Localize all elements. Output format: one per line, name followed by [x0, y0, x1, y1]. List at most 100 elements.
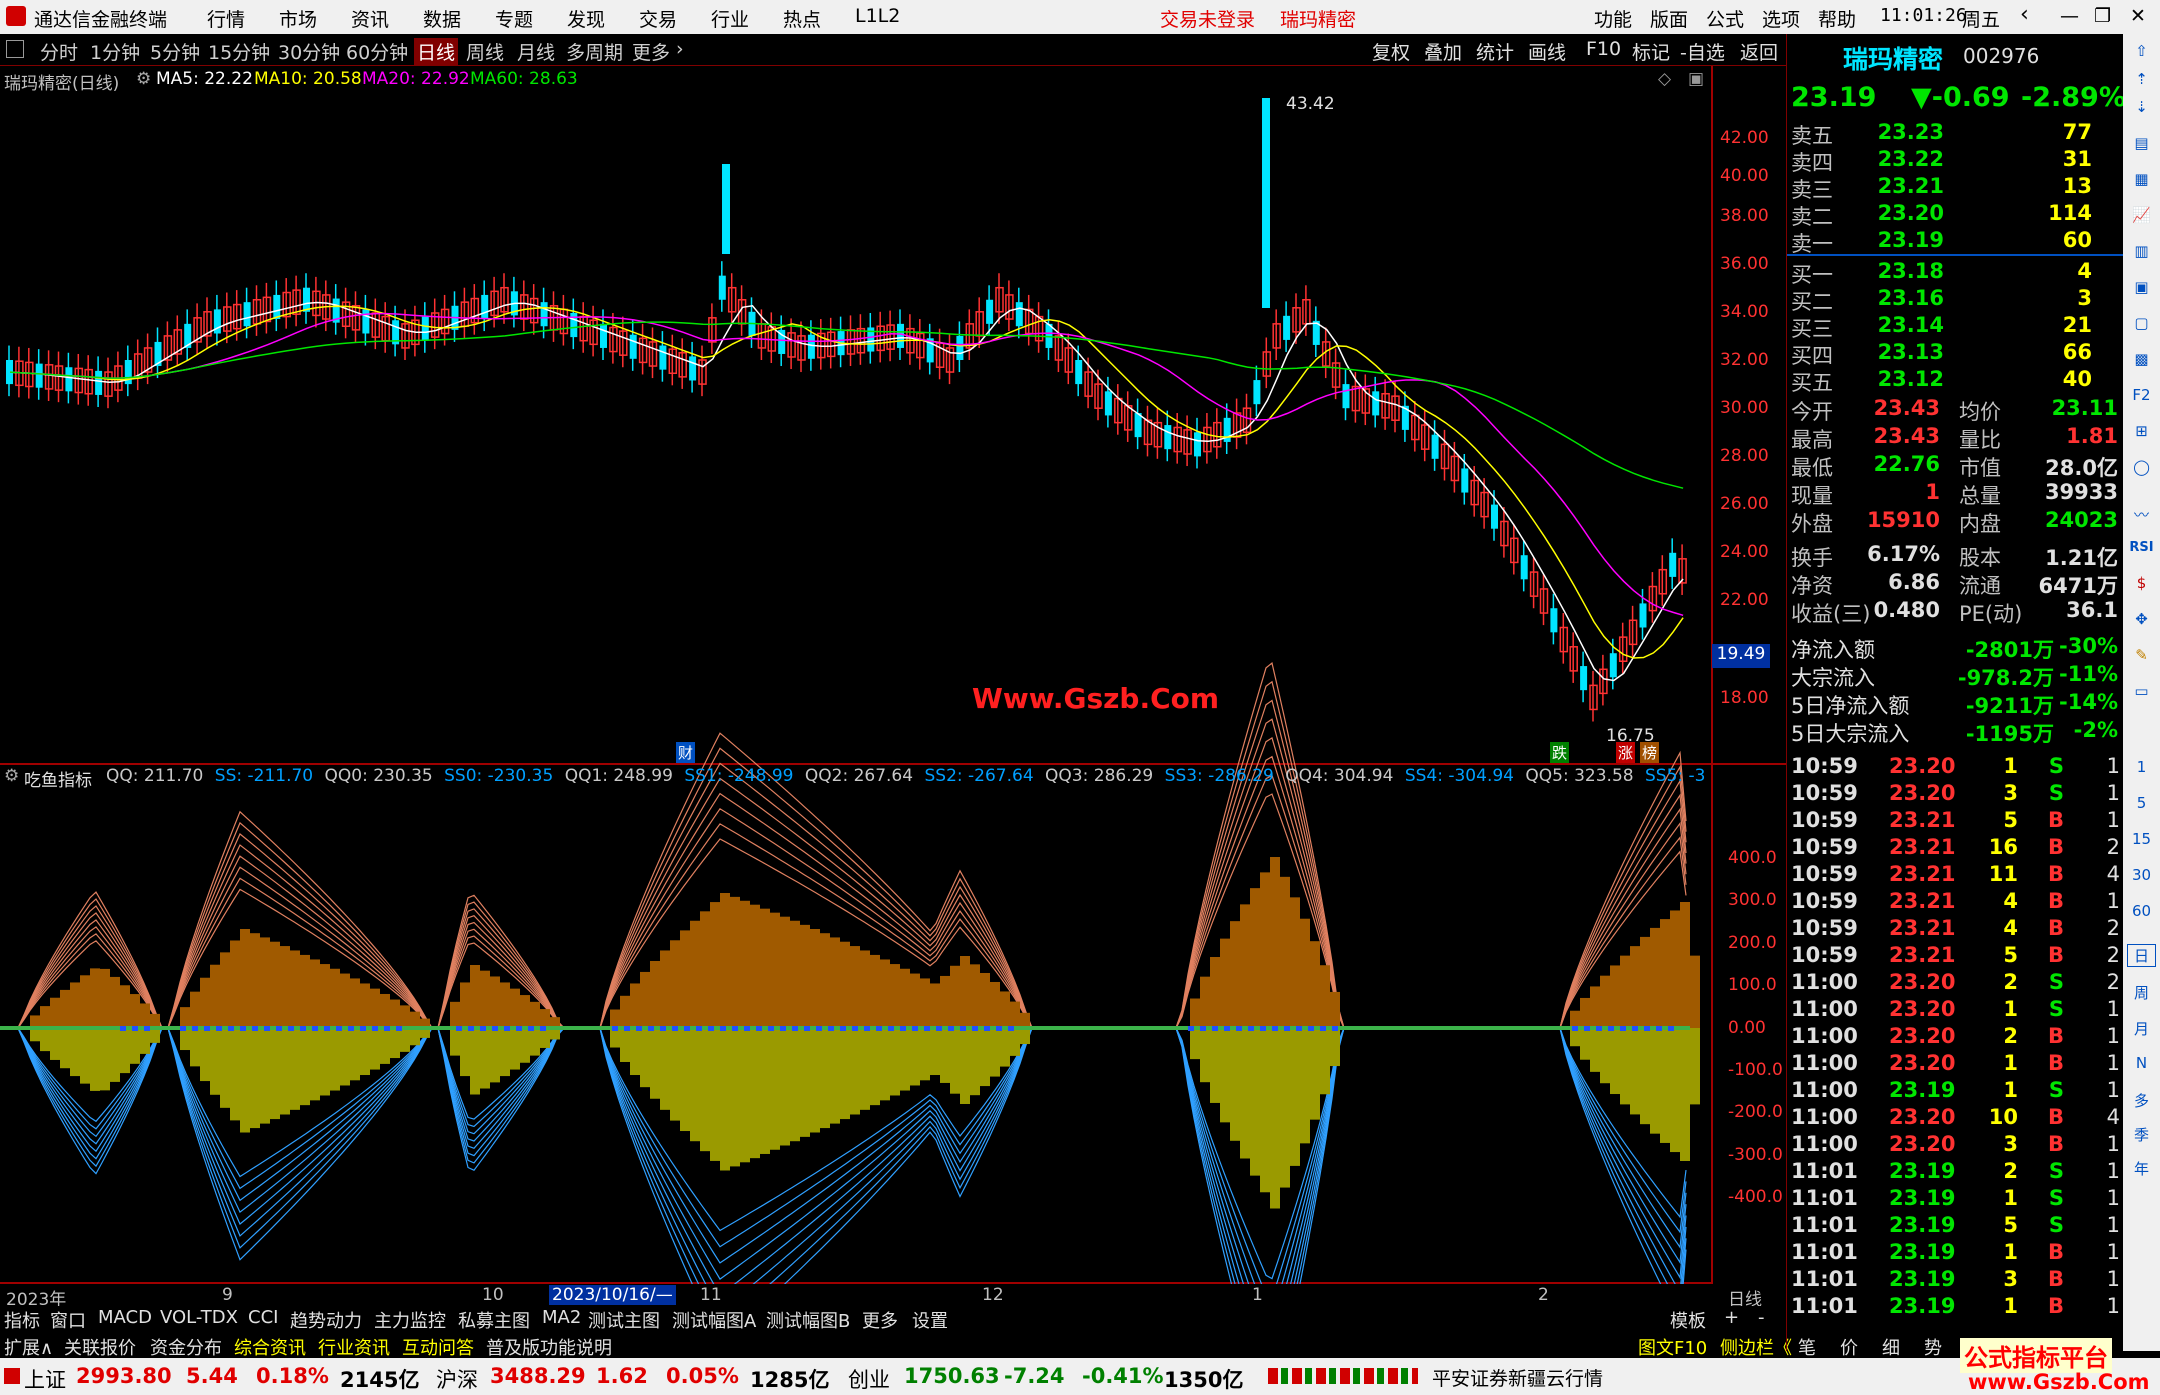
menu-item-zixun[interactable]: 资讯 [351, 5, 389, 32]
tab-qushi[interactable]: 趋势动力 [290, 1307, 362, 1333]
marker-bang[interactable]: 榜 [1640, 742, 1660, 763]
toolbar-rsi[interactable]: RSI [2127, 540, 2156, 555]
toolbar-circle-icon[interactable]: ◯ [2127, 458, 2156, 476]
tool-diejia[interactable]: 叠加 [1424, 38, 1462, 65]
tab-ceshi-futu-a[interactable]: 测试幅图A [672, 1307, 756, 1333]
toolbar-hide-icon[interactable]: ⇧ [2127, 42, 2156, 60]
toolbar-chart-icon[interactable]: 〰 [2127, 504, 2156, 525]
toolbar-period-15[interactable]: 15 [2127, 830, 2156, 848]
toolbar-period-week[interactable]: 周 [2127, 982, 2156, 1003]
tool-biaoji[interactable]: 标记 [1632, 38, 1670, 65]
period-5min[interactable]: 5分钟 [150, 38, 200, 65]
diamond-icon[interactable]: ◇ [1658, 69, 1671, 89]
toolbar-period-60[interactable]: 60 [2127, 902, 2156, 920]
period-weekly[interactable]: 周线 [466, 38, 504, 65]
index-sz-name[interactable]: 沪深 [436, 1364, 478, 1394]
period-60min[interactable]: 60分钟 [346, 38, 408, 65]
toolbar-pen-icon[interactable]: ✎ [2127, 646, 2156, 664]
tool-zixuan[interactable]: -自选 [1680, 38, 1725, 65]
toolbar-info-icon[interactable]: ▩ [2127, 350, 2156, 368]
tool-f10[interactable]: F10 [1586, 38, 1621, 60]
subtab-hangye[interactable]: 行业资讯 [318, 1334, 390, 1360]
period-30min[interactable]: 30分钟 [278, 38, 340, 65]
menu-item-redian[interactable]: 热点 [783, 5, 821, 32]
toolbar-period-1[interactable]: 1 [2127, 758, 2156, 776]
chevron-right-icon[interactable]: › [676, 38, 684, 60]
toolbar-doc-icon[interactable]: ▢ [2127, 314, 2156, 332]
add-window-button[interactable]: + [1724, 1307, 1739, 1328]
period-daily[interactable]: 日线 [414, 38, 459, 65]
indicator-settings-icon[interactable]: ⚙ [4, 766, 19, 786]
toolbar-list-icon[interactable]: ▤ [2127, 134, 2156, 152]
toolbar-period-month[interactable]: 月 [2127, 1018, 2156, 1039]
tab-ceshi-zhutu[interactable]: 测试主图 [588, 1307, 660, 1333]
subtab-guanlian[interactable]: 关联报价 [64, 1334, 136, 1360]
toolbar-f2-icon[interactable]: F2 [2127, 386, 2156, 404]
menu-item-shuju[interactable]: 数据 [423, 5, 461, 32]
expand-icon[interactable] [6, 40, 24, 58]
tool-tongji[interactable]: 统计 [1476, 38, 1514, 65]
sidebar-toggle[interactable]: 侧边栏《 [1720, 1334, 1792, 1360]
toolbar-period-5[interactable]: 5 [2127, 794, 2156, 812]
tab-zhuli[interactable]: 主力监控 [374, 1307, 446, 1333]
toolbar-down-icon[interactable]: ⇣ [2127, 98, 2156, 116]
marker-cai[interactable]: 财 [676, 742, 696, 763]
toolbar-line-icon[interactable]: 📈 [2127, 206, 2156, 224]
period-fenshi[interactable]: 分时 [40, 38, 78, 65]
menu-item-bangzhu[interactable]: 帮助 [1818, 5, 1856, 32]
tab-zhibiao[interactable]: 指标 [4, 1307, 40, 1333]
tab-chuangkou[interactable]: 窗口 [50, 1307, 86, 1333]
toolbar-table-icon[interactable]: ▣ [2127, 278, 2156, 296]
panel-toggle-icon[interactable]: ▣ [1688, 69, 1704, 89]
restore-icon[interactable]: ❐ [2094, 5, 2111, 27]
tool-huaxian[interactable]: 画线 [1528, 38, 1566, 65]
tool-fanhui[interactable]: 返回 [1740, 38, 1778, 65]
tab-ceshi-futu-b[interactable]: 测试幅图B [766, 1307, 850, 1333]
subtab-puji[interactable]: 普及版功能说明 [486, 1334, 612, 1360]
tab-simu[interactable]: 私募主图 [458, 1307, 530, 1333]
kline-chart[interactable] [0, 66, 1786, 1284]
tab-macd[interactable]: MACD [98, 1307, 152, 1328]
menu-item-jiaoyi[interactable]: 交易 [639, 5, 677, 32]
toolbar-calc-icon[interactable]: ⊞ [2127, 422, 2156, 440]
tab-more[interactable]: 更多 [862, 1307, 898, 1333]
menu-item-gongshi[interactable]: 公式 [1706, 5, 1744, 32]
toolbar-move-icon[interactable]: ✥ [2127, 610, 2156, 628]
marker-zhang[interactable]: 涨 [1616, 742, 1636, 763]
toolbar-period-season[interactable]: 季 [2127, 1124, 2156, 1145]
index-cy-name[interactable]: 创业 [848, 1364, 890, 1394]
index-sh-name[interactable]: 上证 [24, 1364, 66, 1394]
period-monthly[interactable]: 月线 [517, 38, 555, 65]
subtab-zonghe[interactable]: 综合资讯 [234, 1334, 306, 1360]
tab-settings[interactable]: 设置 [912, 1307, 948, 1333]
tool-fuquan[interactable]: 复权 [1372, 38, 1410, 65]
toolbar-bars-icon[interactable]: ▥ [2127, 242, 2156, 260]
login-status[interactable]: 交易未登录 [1160, 5, 1255, 32]
menu-item-faxian[interactable]: 发现 [567, 5, 605, 32]
minimize-icon[interactable]: — [2060, 5, 2079, 27]
tab-vol-tdx[interactable]: VOL-TDX [160, 1307, 238, 1328]
subtab-zijin[interactable]: 资金分布 [150, 1334, 222, 1360]
market-breadth-icon[interactable] [1268, 1368, 1418, 1384]
toolbar-period-n[interactable]: N [2127, 1054, 2156, 1072]
indicator-name[interactable]: 吃鱼指标 [24, 766, 92, 791]
subtab-expand[interactable]: 扩展∧ [4, 1334, 53, 1360]
period-multi[interactable]: 多周期 [566, 38, 623, 65]
toolbar-dollar-icon[interactable]: $ [2127, 574, 2156, 592]
toolbar-period-30[interactable]: 30 [2127, 866, 2156, 884]
tuwen-f10[interactable]: 图文F10 [1638, 1334, 1707, 1360]
toolbar-period-day[interactable]: 日 [2127, 944, 2156, 967]
stock-name-link[interactable]: 瑞玛精密 [1280, 5, 1356, 32]
toolbar-grid-icon[interactable]: ▦ [2127, 170, 2156, 188]
menu-item-zhuanti[interactable]: 专题 [495, 5, 533, 32]
toolbar-ruler-icon[interactable]: ▭ [2127, 682, 2156, 700]
menu-item-gongneng[interactable]: 功能 [1594, 5, 1632, 32]
subtab-hudong[interactable]: 互动问答 [402, 1334, 474, 1360]
template-button[interactable]: 模板 [1670, 1307, 1706, 1333]
menu-item-hangqing[interactable]: 行情 [207, 5, 245, 32]
menu-item-l1l2[interactable]: L1L2 [855, 5, 900, 27]
period-15min[interactable]: 15分钟 [208, 38, 270, 65]
menu-item-shichang[interactable]: 市场 [279, 5, 317, 32]
toolbar-up-icon[interactable]: ⇡ [2127, 70, 2156, 88]
menu-item-xuanxiang[interactable]: 选项 [1762, 5, 1800, 32]
